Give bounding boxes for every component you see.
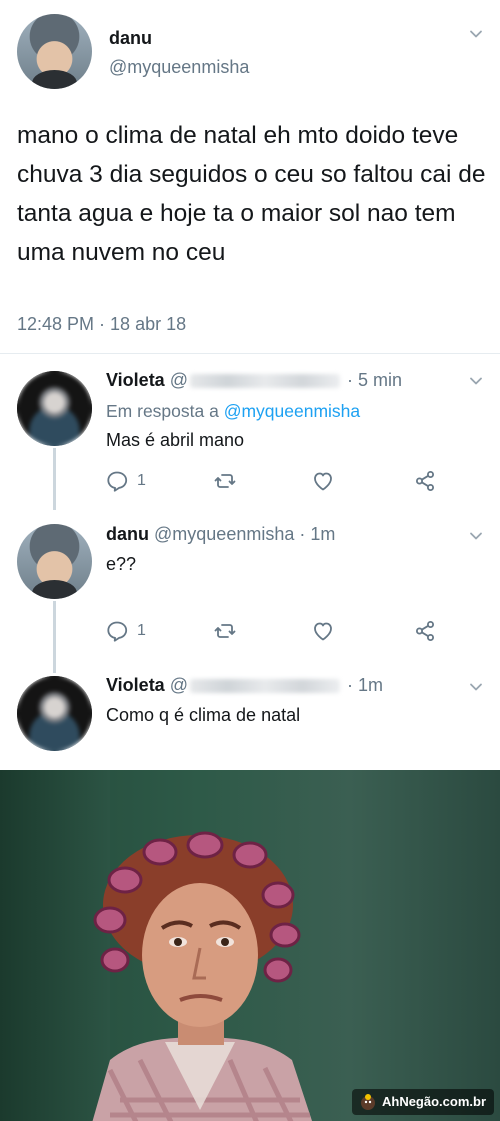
retweet-icon: [214, 474, 236, 488]
reply-to-label: Em resposta a: [106, 401, 219, 421]
reply-icon: [107, 471, 128, 492]
reaction-image: AhNegão.com.br: [0, 770, 500, 1121]
chevron-down-icon[interactable]: [468, 528, 484, 544]
mascot-logo-icon: [360, 1094, 375, 1110]
reply-time[interactable]: · 1m: [347, 675, 383, 695]
author-name[interactable]: danu: [106, 524, 149, 544]
reply-header: Violeta @ · 5 min: [106, 370, 402, 391]
avatar[interactable]: [17, 524, 92, 599]
reply-header: Violeta @ · 1m: [106, 675, 383, 696]
blurred-handle: [190, 679, 340, 694]
watermark: AhNegão.com.br: [351, 1089, 494, 1115]
heart-icon: [314, 622, 332, 641]
share-icon: [416, 471, 434, 491]
share-icon: [416, 621, 434, 641]
reply-button[interactable]: 1: [105, 469, 146, 493]
author-handle[interactable]: @myqueenmisha: [109, 57, 249, 78]
reply-to-line: Em resposta a @myqueenmisha: [106, 401, 360, 422]
chevron-down-icon[interactable]: [468, 26, 484, 42]
watermark-text: AhNegão.com.br: [381, 1094, 486, 1109]
author-name[interactable]: Violeta: [106, 370, 165, 390]
reply-to-mention[interactable]: @myqueenmisha: [224, 401, 360, 421]
thread-line: [53, 601, 56, 673]
reply-count: 1: [137, 622, 146, 639]
reply-text: e??: [106, 554, 137, 574]
author-handle[interactable]: @: [170, 370, 188, 390]
chevron-down-icon[interactable]: [468, 679, 484, 695]
heart-icon: [314, 472, 332, 491]
like-button[interactable]: [311, 619, 335, 643]
share-button[interactable]: [413, 469, 437, 493]
reply-header: danu @myqueenmisha · 1m: [106, 524, 335, 545]
reply-button[interactable]: 1: [105, 619, 146, 643]
tweet-timestamp[interactable]: 12:48 PM · 18 abr 18: [17, 314, 186, 335]
chevron-down-icon[interactable]: [468, 373, 484, 389]
action-bar: 1: [105, 469, 445, 493]
retweet-icon: [214, 624, 236, 638]
reply-text: Mas é abril mano: [106, 430, 245, 450]
reply-count: 1: [137, 472, 146, 489]
avatar[interactable]: [17, 371, 92, 446]
thread-line: [53, 448, 56, 510]
action-bar: 1: [105, 619, 445, 643]
avatar[interactable]: [17, 676, 92, 751]
author-name[interactable]: danu: [109, 28, 152, 49]
divider: [0, 353, 500, 354]
reply-time[interactable]: · 1m: [299, 524, 335, 544]
avatar[interactable]: [17, 14, 92, 89]
like-button[interactable]: [311, 469, 335, 493]
reply-text: Como q é clima de natal: [106, 705, 301, 725]
reply-icon: [107, 621, 128, 642]
blurred-handle: [190, 374, 340, 389]
author-name[interactable]: Violeta: [106, 675, 165, 695]
share-button[interactable]: [413, 619, 437, 643]
author-handle[interactable]: @: [170, 675, 188, 695]
reply-time[interactable]: · 5 min: [347, 370, 402, 390]
retweet-button[interactable]: [213, 469, 237, 493]
reaction-figure: [92, 831, 313, 1121]
retweet-button[interactable]: [213, 619, 237, 643]
author-handle[interactable]: @myqueenmisha: [154, 524, 294, 544]
tweet-text: mano o clima de natal eh mto doido teve …: [17, 122, 486, 266]
